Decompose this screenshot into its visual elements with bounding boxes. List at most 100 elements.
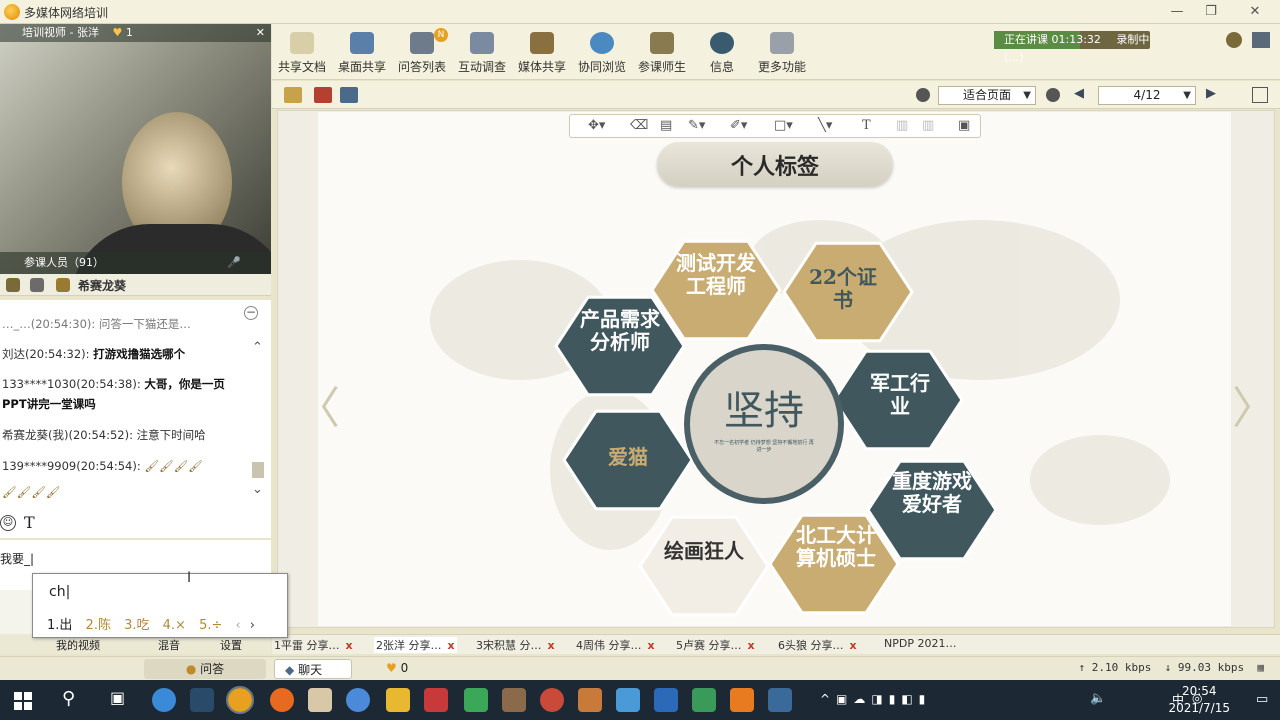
doc-tab[interactable]: 3宋积慧 分… x [476, 637, 555, 653]
participants-label[interactable]: 参课人员（91） [24, 256, 104, 269]
doc-tab[interactable]: 5卢赛 分享… x [676, 637, 755, 653]
ime-candidate[interactable]: 3.吃 [124, 618, 149, 633]
fullscreen-icon[interactable] [1252, 87, 1268, 103]
tag-gamer: 重度游戏爱好者 [892, 469, 972, 516]
doc-tab[interactable]: 6头狼 分享… x [778, 637, 857, 653]
open-folder-icon[interactable] [284, 87, 302, 103]
taskbar-app-icon[interactable] [190, 688, 214, 712]
app-logo-icon[interactable] [226, 686, 254, 714]
prev-page-icon[interactable]: ◀ [1074, 86, 1084, 101]
ime-candidate[interactable]: 1.出 [47, 618, 72, 633]
chrome-icon[interactable] [540, 688, 564, 712]
more-features-button[interactable]: 更多功能 [754, 32, 810, 78]
heart-icon[interactable]: ♥ [112, 26, 122, 39]
scroll-down-icon[interactable]: ⌄ [252, 482, 263, 497]
mail-icon[interactable] [654, 688, 678, 712]
tools-icon[interactable] [578, 688, 602, 712]
eraser-icon[interactable]: ⌫ [630, 118, 648, 133]
emoji-icon[interactable]: ☺ [0, 515, 16, 531]
clear-icon[interactable]: ▤ [660, 118, 672, 133]
pen-icon[interactable]: ✎▾ [688, 118, 705, 133]
scroll-up-icon[interactable]: ⌃ [252, 340, 263, 355]
zoom-select[interactable]: 适合页面 ▼ [938, 86, 1036, 105]
scrollbar-thumb[interactable] [252, 462, 264, 478]
like-status[interactable]: ♥ 0 [386, 661, 408, 675]
shield-icon[interactable] [424, 688, 448, 712]
doc-tab[interactable]: 4周伟 分享… x [576, 637, 655, 653]
flower-icon[interactable] [56, 278, 70, 292]
start-button[interactable] [14, 692, 32, 710]
mic-icon[interactable]: 🎤 [227, 252, 241, 274]
c-app-icon[interactable] [730, 688, 754, 712]
code-icon[interactable] [692, 688, 716, 712]
zoom-out-icon[interactable] [1046, 88, 1060, 102]
ie-icon[interactable] [152, 688, 176, 712]
ime-typed-text: ch| [49, 584, 71, 600]
desktop-share-button[interactable]: 桌面共享 [334, 32, 390, 78]
participants-button[interactable]: 参课师生 [634, 32, 690, 78]
ime-prev-icon[interactable]: ‹ [236, 618, 241, 633]
doc-tab[interactable]: 1平雷 分享… x [274, 637, 353, 653]
maximize-button[interactable]: ❐ [1196, 2, 1226, 22]
text-format-icon[interactable]: T [24, 513, 35, 532]
tab-my-video[interactable]: 我的视频 [56, 637, 100, 653]
ime-candidate[interactable]: 5.÷ [199, 618, 222, 633]
line-icon[interactable]: ╲▾ [818, 118, 832, 133]
ime-candidate[interactable]: 4.× [163, 618, 186, 633]
firefox-icon[interactable] [270, 688, 294, 712]
redo-icon[interactable]: ▥ [922, 118, 934, 133]
hand-icon[interactable] [6, 278, 20, 292]
media-share-button[interactable]: 媒体共享 [514, 32, 570, 78]
grid-icon [770, 32, 794, 54]
notes-icon[interactable] [308, 688, 332, 712]
layout-icon[interactable] [1252, 32, 1270, 48]
notification-icon[interactable]: ▭ [1256, 692, 1268, 707]
co-browse-button[interactable]: 协同浏览 [574, 32, 630, 78]
tag-military: 军工行业 [870, 371, 930, 418]
ime-next-icon[interactable]: › [250, 618, 255, 633]
share-document-button[interactable]: 共享文档 [274, 32, 330, 78]
task-view-icon[interactable]: ▣ [110, 688, 125, 707]
settings-icon[interactable] [1226, 32, 1242, 48]
tab-mixer[interactable]: 混音 [158, 637, 180, 653]
text-tool-icon[interactable]: T [862, 118, 871, 133]
minimize-button[interactable]: — [1162, 2, 1192, 22]
doc-tab[interactable]: 2张洋 分享… x [374, 637, 457, 653]
close-button[interactable]: ✕ [1240, 2, 1270, 22]
folder-icon[interactable] [386, 688, 410, 712]
tab-chat[interactable]: ◆ 聊天 [274, 659, 352, 679]
slide-next-arrow[interactable]: 〉 [1232, 372, 1276, 436]
collapse-icon[interactable]: − [244, 306, 258, 320]
screenshot-icon[interactable] [340, 87, 358, 103]
search-icon[interactable]: ⚲ [62, 688, 75, 709]
move-icon[interactable]: ✥▾ [588, 118, 605, 133]
video-title-bar: 培训视师 - 张洋 ♥ 1 ✕ [0, 24, 271, 42]
highlighter-icon[interactable]: ✐▾ [730, 118, 747, 133]
tshirt-icon[interactable] [502, 688, 526, 712]
page-select[interactable]: 4/12 ▼ [1098, 86, 1196, 105]
info-button[interactable]: 信息 [694, 32, 750, 78]
headset-icon[interactable] [30, 278, 44, 292]
zoom-in-icon[interactable] [916, 88, 930, 102]
doc-tab[interactable]: NPDP 2021… [884, 637, 956, 650]
video-close-icon[interactable]: ✕ [256, 24, 265, 42]
volume-icon[interactable]: 🔈 [1090, 691, 1106, 706]
tag-test-dev: 测试开发工程师 [676, 251, 756, 298]
security-icon[interactable] [464, 688, 488, 712]
save-annotation-icon[interactable]: ▣ [958, 118, 970, 133]
system-clock[interactable]: 20:54 2021/7/15 [1168, 683, 1230, 717]
rectangle-icon[interactable]: □▾ [774, 118, 793, 133]
ime-candidate[interactable]: 2.陈 [86, 618, 111, 633]
screen-icon[interactable] [768, 688, 792, 712]
tab-qa[interactable]: ● 问答 [144, 659, 266, 679]
tray-icons[interactable]: ^▣☁◨▮◧▮ [820, 692, 931, 706]
qa-list-button[interactable]: 问答列表 N [394, 28, 450, 78]
survey-button[interactable]: 互动调查 [454, 32, 510, 78]
tag-cat-lover: 爱猫 [608, 445, 648, 469]
undo-icon[interactable]: ▥ [896, 118, 908, 133]
tab-settings[interactable]: 设置 [220, 637, 242, 653]
refresh-icon[interactable] [346, 688, 370, 712]
next-page-icon[interactable]: ▶ [1206, 86, 1216, 101]
add-document-icon[interactable] [314, 87, 332, 103]
cloud-icon[interactable] [616, 688, 640, 712]
